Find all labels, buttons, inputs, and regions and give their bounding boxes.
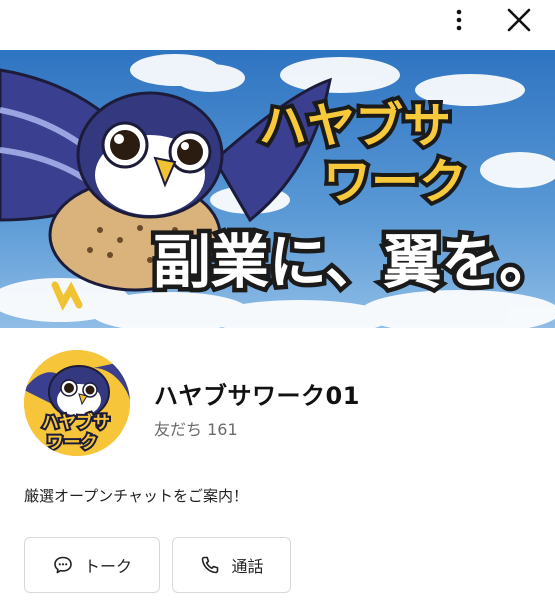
more-vertical-icon: [456, 9, 462, 31]
chat-bubble-icon: [52, 554, 74, 576]
banner-title-line2: ワーク: [323, 154, 467, 210]
more-button[interactable]: [445, 6, 473, 34]
friends-label: 友だち: [154, 420, 203, 439]
avatar-logo: ハヤブサ ワーク: [24, 350, 130, 456]
cover-banner: ハヤブサ ワーク 副業に、翼を。: [0, 50, 555, 328]
close-icon: [507, 8, 531, 32]
friends-number: 161: [207, 420, 238, 439]
banner-tagline: 副業に、翼を。: [153, 228, 555, 296]
avatar-text-line1: ハヤブサ: [42, 412, 110, 433]
banner-illustration: ハヤブサ ワーク 副業に、翼を。: [0, 50, 555, 328]
account-description: 厳選オープンチャットをご案内！: [24, 487, 248, 505]
talk-button[interactable]: トーク: [24, 537, 160, 593]
banner-title-line1: ハヤブサ: [259, 98, 451, 154]
close-button[interactable]: [503, 4, 535, 36]
avatar-text-line2: ワーク: [47, 433, 98, 453]
friends-count: 友だち 161: [154, 416, 238, 440]
avatar[interactable]: ハヤブサ ワーク: [24, 350, 130, 456]
talk-label: トーク: [83, 557, 132, 576]
account-name: ハヤブサワーク01: [154, 382, 360, 410]
top-bar: [0, 0, 555, 50]
call-button[interactable]: 通話: [172, 537, 291, 593]
phone-icon: [199, 554, 221, 576]
call-label: 通話: [231, 557, 264, 576]
